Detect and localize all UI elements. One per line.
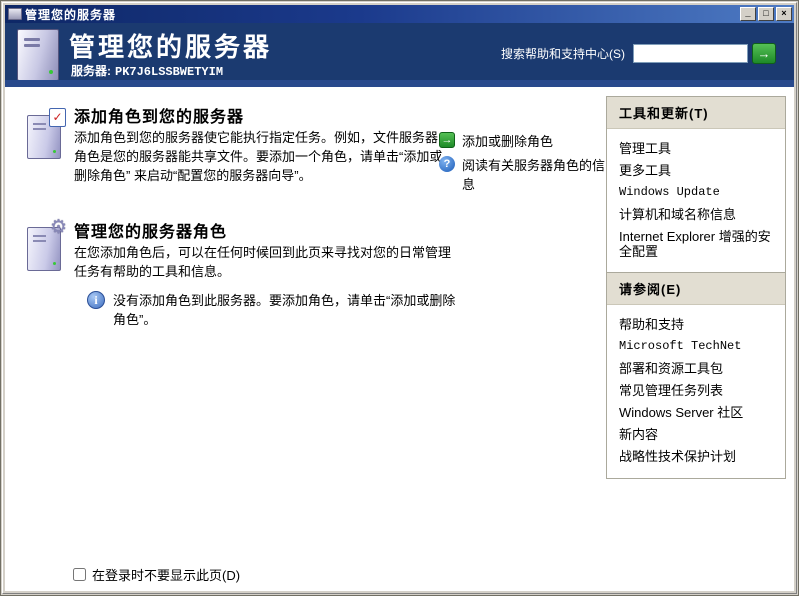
dont-show-checkbox-row: 在登录时不要显示此页(D) — [73, 565, 240, 584]
sidebar-link-windows-server-community[interactable]: Windows Server 社区 — [619, 402, 777, 424]
server-tower-icon — [17, 29, 59, 81]
checkmark-document-icon: ✓ — [49, 108, 66, 127]
sidebar-link-more-tools[interactable]: 更多工具 — [619, 160, 777, 182]
window-icon — [8, 8, 22, 20]
search-label: 搜索帮助和支持中心(S) — [501, 47, 625, 61]
dont-show-checkbox[interactable] — [73, 568, 86, 581]
search-area: 搜索帮助和支持中心(S) → — [501, 43, 776, 64]
tools-and-updates-list: 管理工具 更多工具 Windows Update 计算机和域名称信息 Inter… — [607, 129, 785, 273]
sidebar-link-computer-domain-info[interactable]: 计算机和域名称信息 — [619, 204, 777, 226]
add-role-heading: 添加角色到您的服务器 — [74, 109, 245, 126]
sidebar-link-windows-update[interactable]: Windows Update — [619, 182, 777, 204]
dont-show-checkbox-label: 在登录时不要显示此页(D) — [92, 568, 241, 583]
see-also-box: 请参阅(E) 帮助和支持 Microsoft TechNet 部署和资源工具包 … — [606, 272, 786, 479]
search-go-button[interactable]: → — [752, 43, 776, 64]
add-remove-role-link[interactable]: → 添加或删除角色 — [439, 132, 553, 151]
sidebar-link-help-support[interactable]: 帮助和支持 — [619, 314, 777, 336]
help-icon: ? — [439, 156, 455, 172]
add-role-body: 添加角色到您的服务器使它能执行指定任务。例如，文件服务器 角色是您的服务器能共享… — [74, 130, 443, 183]
read-about-roles-label: 阅读有关服务器角色的信息 — [462, 158, 606, 192]
add-role-section-icon: ✓ — [27, 108, 66, 159]
no-roles-note: i 没有添加角色到此服务器。要添加角色，请单击“添加或删除角色”。 — [87, 291, 461, 329]
server-label: 服务器: — [71, 64, 111, 78]
read-about-roles-link[interactable]: ? 阅读有关服务器角色的信息 — [439, 156, 610, 194]
sidebar-link-common-admin-tasks[interactable]: 常见管理任务列表 — [619, 380, 777, 402]
green-arrow-icon: → — [439, 132, 455, 148]
maximize-button[interactable]: □ — [758, 7, 774, 21]
close-button[interactable]: × — [776, 7, 792, 21]
sidebar-link-whats-new[interactable]: 新内容 — [619, 424, 777, 446]
see-also-list: 帮助和支持 Microsoft TechNet 部署和资源工具包 常见管理任务列… — [607, 305, 785, 478]
tools-and-updates-heading: 工具和更新(T) — [607, 97, 785, 129]
window-controls: _ □ × — [740, 7, 792, 21]
gear-icon: ⚙ — [49, 217, 67, 238]
tools-and-updates-box: 工具和更新(T) 管理工具 更多工具 Windows Update 计算机和域名… — [606, 96, 786, 274]
content-area: ✓ 添加角色到您的服务器 添加角色到您的服务器使它能执行指定任务。例如，文件服务… — [5, 87, 794, 591]
minimize-button[interactable]: _ — [740, 7, 756, 21]
sidebar-link-ie-enhanced-security[interactable]: Internet Explorer 增强的安全配置 — [619, 226, 777, 263]
no-roles-note-text: 没有添加角色到此服务器。要添加角色，请单击“添加或删除角色”。 — [113, 293, 456, 327]
manage-roles-section-icon: ⚙ — [27, 218, 67, 271]
sidebar-link-strategic-protection[interactable]: 战略性技术保护计划 — [619, 446, 777, 468]
server-name: PK7J6LSSBWETYIM — [115, 65, 224, 79]
server-name-line: 服务器: PK7J6LSSBWETYIM — [71, 62, 223, 79]
manage-roles-heading: 管理您的服务器角色 — [74, 224, 228, 241]
title-bar[interactable]: 管理您的服务器 _ □ × — [5, 5, 794, 23]
page-header: 管理您的服务器 服务器: PK7J6LSSBWETYIM 搜索帮助和支持中心(S)… — [5, 23, 794, 87]
add-remove-role-label: 添加或删除角色 — [462, 134, 554, 149]
search-input[interactable] — [633, 44, 748, 63]
manage-your-server-window: 管理您的服务器 _ □ × 管理您的服务器 服务器: PK7J6LSSBWETYI… — [0, 0, 799, 596]
see-also-heading: 请参阅(E) — [607, 273, 785, 305]
sidebar-link-deployment-kits[interactable]: 部署和资源工具包 — [619, 358, 777, 380]
sidebar-link-admin-tools[interactable]: 管理工具 — [619, 138, 777, 160]
info-icon: i — [87, 291, 105, 309]
page-title: 管理您的服务器 — [69, 32, 273, 62]
manage-roles-body: 在您添加角色后，可以在任何时候回到此页来寻找对您的日常管理任务有帮助的工具和信息… — [74, 245, 452, 279]
header-accent-strip — [5, 80, 794, 87]
sidebar-link-microsoft-technet[interactable]: Microsoft TechNet — [619, 336, 777, 358]
window-title: 管理您的服务器 — [25, 7, 117, 22]
